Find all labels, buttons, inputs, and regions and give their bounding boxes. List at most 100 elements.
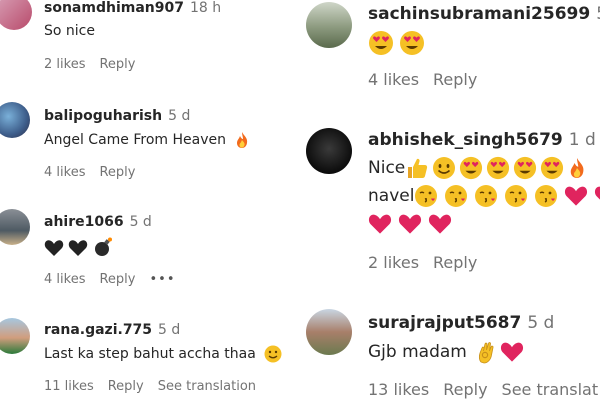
avatar[interactable] [306,128,352,174]
comment-text-body: Gjb madam [368,342,467,362]
comment-time: 5 d [527,313,555,333]
red-heart-icon [428,214,452,234]
comment-item: abhishek_singh5679 1 d Nice navel 2 likes… [300,120,600,290]
comment-text-line-2: navel [368,184,600,208]
see-translation-link[interactable]: See translation [158,379,256,394]
comment-header: rana.gazi.775 5 d [44,322,180,338]
comment-username[interactable]: sachinsubramani25699 [368,4,590,24]
kiss-icon [415,185,438,207]
avatar[interactable] [0,318,30,354]
likes-count[interactable]: 13 likes [368,380,429,399]
smile-icon [433,157,456,179]
heart-eyes-icon [460,156,483,180]
avatar[interactable] [0,102,30,138]
comment-time: 5 d [158,322,181,338]
comment-header: sonamdhiman907 18 h [44,0,221,16]
red-heart-icon [565,186,588,206]
comment-item: balipoguharish 5 d Angel Came From Heaven… [0,100,300,190]
likes-count[interactable]: 11 likes [44,379,94,394]
more-options-icon[interactable]: ••• [149,272,175,287]
likes-count[interactable]: 2 likes [44,57,85,72]
reply-button[interactable]: Reply [99,272,135,287]
likes-count[interactable]: 4 likes [368,70,419,89]
comment-actions: 4 likes Reply [44,165,149,180]
red-heart-icon [368,214,392,234]
avatar[interactable] [0,0,32,30]
comment-actions: 2 likes Reply [368,253,491,272]
heart-eyes-icon [541,156,564,180]
comment-time: 18 h [189,0,222,16]
avatar[interactable] [306,2,352,48]
comment-item: sachinsubramani25699 5 4 likes Reply [300,0,600,110]
comment-emoji-line [368,30,425,61]
heart-eyes-icon [514,156,537,180]
see-translation-link[interactable]: See translat [502,380,599,399]
comment-actions: 13 likes Reply See translat [368,380,600,399]
comment-header: abhishek_singh5679 1 d [368,130,596,150]
reply-button[interactable]: Reply [433,70,477,89]
heart-eyes-icon [487,156,510,180]
comment-time: 1 d [568,130,596,150]
black-heart-icon [44,240,64,256]
comment-time: 5 d [129,214,152,230]
avatar[interactable] [0,209,30,245]
comment-time: 5 d [168,108,191,124]
comment-text-body: Angel Came From Heaven [44,132,226,148]
comment-header: balipoguharish 5 d [44,108,190,124]
comment-text: So nice [44,23,95,39]
comment-header: surajrajput5687 5 d [368,313,554,333]
comment-username[interactable]: balipoguharish [44,108,162,124]
likes-count[interactable]: 4 likes [44,165,85,180]
reply-button[interactable]: Reply [99,57,135,72]
comment-username[interactable]: surajrajput5687 [368,313,521,333]
red-heart-icon [398,214,422,234]
comment-time: 5 [596,4,600,24]
bomb-icon [94,237,112,256]
comment-actions: 4 likes Reply [368,70,491,89]
comment-text-body: Last ka step bahut accha thaa [44,346,256,362]
comment-actions: 4 likes Reply ••• [44,272,190,287]
comment-text: Nice [368,156,587,180]
avatar[interactable] [306,309,352,355]
red-heart-icon [595,186,600,200]
comment-username[interactable]: abhishek_singh5679 [368,130,563,150]
heart-eyes-icon [400,31,425,55]
comment-text: Angel Came From Heaven [44,131,250,149]
smile-icon [264,345,282,363]
reply-button[interactable]: Reply [433,253,477,272]
comment-username[interactable]: rana.gazi.775 [44,322,152,338]
fire-icon [237,132,248,148]
fire-icon [571,158,584,178]
comment-username[interactable]: ahire1066 [44,214,124,230]
reply-button[interactable]: Reply [108,379,144,394]
comment-text-body: Nice [368,158,406,178]
comment-item: ahire1066 5 d 4 likes Reply ••• [0,205,300,295]
likes-count[interactable]: 4 likes [44,272,85,287]
comment-actions: 2 likes Reply [44,57,149,72]
comment-header: sachinsubramani25699 5 [368,4,600,24]
comments-column-left: sonamdhiman907 18 h So nice 2 likes Reply … [0,0,300,400]
comment-text: Gjb madam [368,340,524,364]
comment-header: ahire1066 5 d [44,214,152,230]
comment-emoji-line-3 [368,213,452,235]
comment-text-body: navel [368,186,415,206]
likes-count[interactable]: 2 likes [368,253,419,272]
thumbs-up-icon [408,158,428,178]
comment-item: rana.gazi.775 5 d Last ka step bahut acch… [0,310,300,400]
black-heart-icon [69,240,88,256]
comment-text: Last ka step bahut accha thaa [44,345,282,363]
kiss-icon [535,185,558,207]
comment-actions: 11 likes Reply See translation [44,379,270,394]
reply-button[interactable]: Reply [443,380,487,399]
ok-hand-icon [479,342,494,364]
comment-emoji-line [44,237,113,261]
kiss-icon [505,185,528,207]
reply-button[interactable]: Reply [99,165,135,180]
comment-username[interactable]: sonamdhiman907 [44,0,184,16]
red-heart-icon [501,342,524,362]
comment-item: surajrajput5687 5 d Gjb madam 13 likes Rep… [300,305,600,400]
kiss-icon [475,185,498,207]
heart-eyes-icon [369,31,393,55]
kiss-icon [445,185,468,207]
comment-item: sonamdhiman907 18 h So nice 2 likes Reply [0,0,300,90]
